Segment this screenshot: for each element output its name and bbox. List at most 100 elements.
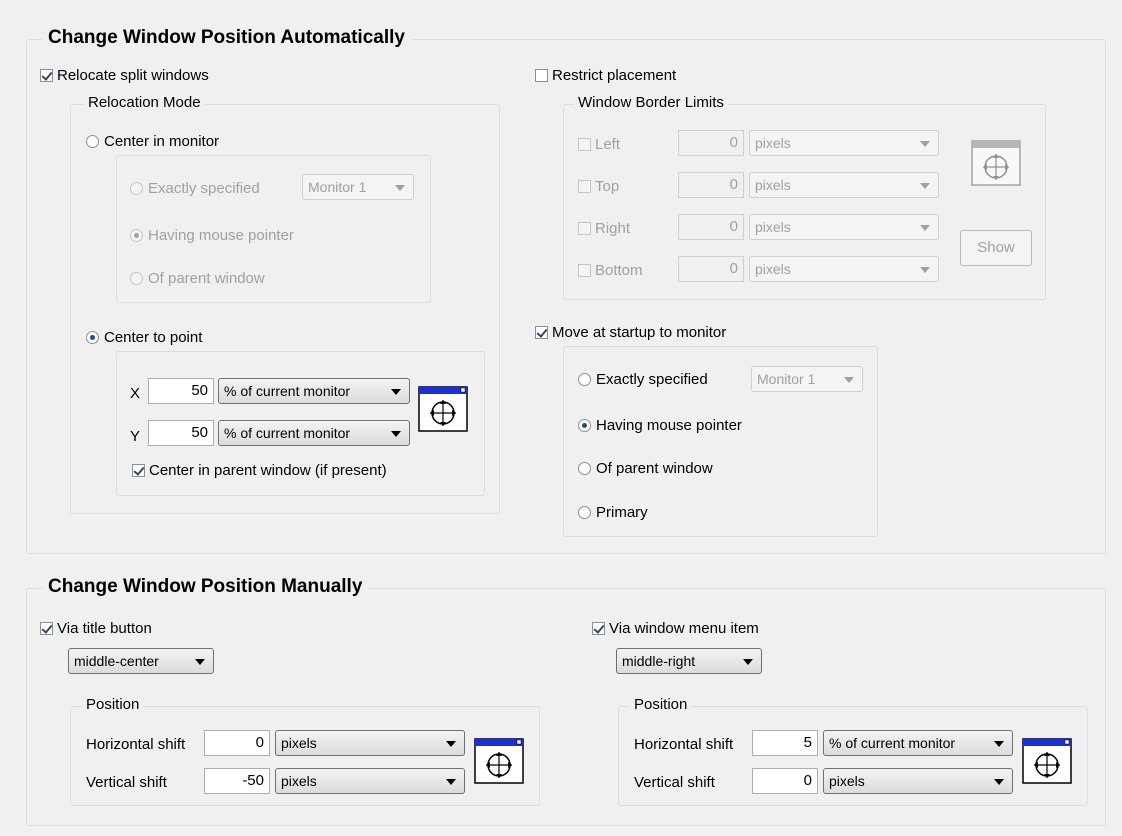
limit-left-unit-value: pixels (755, 135, 791, 151)
title-v-shift-label: Vertical shift (86, 774, 167, 791)
limit-top-label: Top (595, 178, 620, 195)
menu-item-position-icon[interactable] (1022, 738, 1072, 784)
radio-circle[interactable] (578, 462, 591, 475)
center-in-parent-label: Center in parent window (if present) (149, 462, 387, 479)
menu-h-shift-unit-select[interactable]: % of current monitor (823, 730, 1013, 756)
radio-circle[interactable] (578, 419, 591, 432)
title-h-shift-unit-select[interactable]: pixels (275, 730, 465, 756)
title-h-shift-input[interactable]: 0 (204, 730, 270, 756)
radio-circle[interactable] (130, 272, 143, 285)
relocate-split-label: Relocate split windows (57, 67, 209, 84)
menu-h-shift-label: Horizontal shift (634, 736, 734, 753)
limit-right-unit-value: pixels (755, 219, 791, 235)
limit-right-checkbox[interactable]: Right (578, 220, 630, 237)
startup-parent-window-label: Of parent window (596, 460, 713, 477)
checkbox-box[interactable] (578, 222, 591, 235)
limit-left-unit-select[interactable]: pixels (749, 130, 939, 156)
chevron-down-icon (920, 141, 930, 147)
menu-v-shift-input[interactable]: 0 (752, 768, 818, 794)
via-window-menu-item-checkbox[interactable]: Via window menu item (592, 620, 759, 637)
limit-right-unit-select[interactable]: pixels (749, 214, 939, 240)
chevron-down-icon (920, 225, 930, 231)
via-window-menu-item-label: Via window menu item (609, 620, 759, 637)
having-mouse-pointer-label: Having mouse pointer (148, 227, 294, 244)
center-in-monitor-radio[interactable]: Center in monitor (86, 133, 219, 150)
chevron-down-icon (391, 431, 401, 437)
startup-mouse-pointer-label: Having mouse pointer (596, 417, 742, 434)
limit-left-checkbox[interactable]: Left (578, 136, 620, 153)
restrict-placement-label: Restrict placement (552, 67, 677, 84)
checkbox-box[interactable] (40, 69, 53, 82)
title-v-shift-unit-value: pixels (281, 773, 317, 789)
limit-right-input[interactable]: 0 (678, 214, 744, 240)
checkbox-box[interactable] (578, 264, 591, 277)
startup-parent-window-radio[interactable]: Of parent window (578, 460, 713, 477)
limit-top-input[interactable]: 0 (678, 172, 744, 198)
title-v-shift-input[interactable]: -50 (204, 768, 270, 794)
window-position-icon[interactable] (418, 386, 468, 432)
menu-v-shift-unit-select[interactable]: pixels (823, 768, 1013, 794)
checkbox-box[interactable] (592, 622, 605, 635)
y-unit-value: % of current monitor (224, 425, 351, 441)
center-to-point-radio[interactable]: Center to point (86, 329, 202, 346)
startup-exactly-specified-radio[interactable]: Exactly specified (578, 371, 708, 388)
startup-primary-label: Primary (596, 504, 648, 521)
chevron-down-icon (391, 389, 401, 395)
radio-circle[interactable] (578, 373, 591, 386)
show-button[interactable]: Show (960, 230, 1032, 266)
via-title-button-checkbox[interactable]: Via title button (40, 620, 152, 637)
chevron-down-icon (920, 267, 930, 273)
title-button-position-title: Position (82, 696, 144, 713)
limit-left-input[interactable]: 0 (678, 130, 744, 156)
chevron-down-icon (920, 183, 930, 189)
limit-top-unit-value: pixels (755, 177, 791, 193)
radio-circle[interactable] (130, 229, 143, 242)
radio-circle[interactable] (578, 506, 591, 519)
startup-primary-radio[interactable]: Primary (578, 504, 648, 521)
limit-bottom-checkbox[interactable]: Bottom (578, 262, 643, 279)
x-unit-select[interactable]: % of current monitor (218, 378, 410, 404)
checkbox-box[interactable] (535, 326, 548, 339)
startup-exactly-specified-label: Exactly specified (596, 371, 708, 388)
limit-top-unit-select[interactable]: pixels (749, 172, 939, 198)
window-limits-icon[interactable] (971, 140, 1021, 186)
title-v-shift-unit-select[interactable]: pixels (275, 768, 465, 794)
checkbox-box[interactable] (535, 69, 548, 82)
limit-top-checkbox[interactable]: Top (578, 178, 619, 195)
checkbox-box[interactable] (578, 138, 591, 151)
title-button-position-select[interactable]: middle-center (68, 648, 214, 674)
monitor-select[interactable]: Monitor 1 (302, 174, 414, 200)
title-button-position-icon[interactable] (474, 738, 524, 784)
limit-right-label: Right (595, 220, 631, 237)
startup-monitor-select[interactable]: Monitor 1 (751, 366, 863, 392)
y-unit-select[interactable]: % of current monitor (218, 420, 410, 446)
center-in-parent-checkbox[interactable]: Center in parent window (if present) (132, 462, 387, 479)
startup-monitor-value: Monitor 1 (757, 371, 816, 387)
y-input[interactable]: 50 (148, 420, 214, 446)
menu-v-shift-unit-value: pixels (829, 773, 865, 789)
move-at-startup-label: Move at startup to monitor (552, 324, 727, 341)
radio-circle[interactable] (86, 135, 99, 148)
of-parent-window-label: Of parent window (148, 270, 265, 287)
limit-bottom-input[interactable]: 0 (678, 256, 744, 282)
checkbox-box[interactable] (132, 464, 145, 477)
window-border-limits-title: Window Border Limits (574, 94, 728, 111)
checkbox-box[interactable] (40, 622, 53, 635)
having-mouse-pointer-radio[interactable]: Having mouse pointer (130, 227, 294, 244)
radio-circle[interactable] (86, 331, 99, 344)
x-input[interactable]: 50 (148, 378, 214, 404)
checkbox-box[interactable] (578, 180, 591, 193)
menu-v-shift-label: Vertical shift (634, 774, 715, 791)
radio-circle[interactable] (130, 182, 143, 195)
limit-bottom-unit-select[interactable]: pixels (749, 256, 939, 282)
restrict-placement-checkbox[interactable]: Restrict placement (535, 67, 676, 84)
move-at-startup-checkbox[interactable]: Move at startup to monitor (535, 324, 726, 341)
menu-item-position-select[interactable]: middle-right (616, 648, 762, 674)
of-parent-window-radio[interactable]: Of parent window (130, 270, 265, 287)
exactly-specified-radio[interactable]: Exactly specified (130, 180, 260, 197)
via-title-button-label: Via title button (57, 620, 152, 637)
y-label: Y (130, 428, 141, 445)
startup-mouse-pointer-radio[interactable]: Having mouse pointer (578, 417, 742, 434)
menu-h-shift-input[interactable]: 5 (752, 730, 818, 756)
relocate-split-checkbox[interactable]: Relocate split windows (40, 67, 209, 84)
